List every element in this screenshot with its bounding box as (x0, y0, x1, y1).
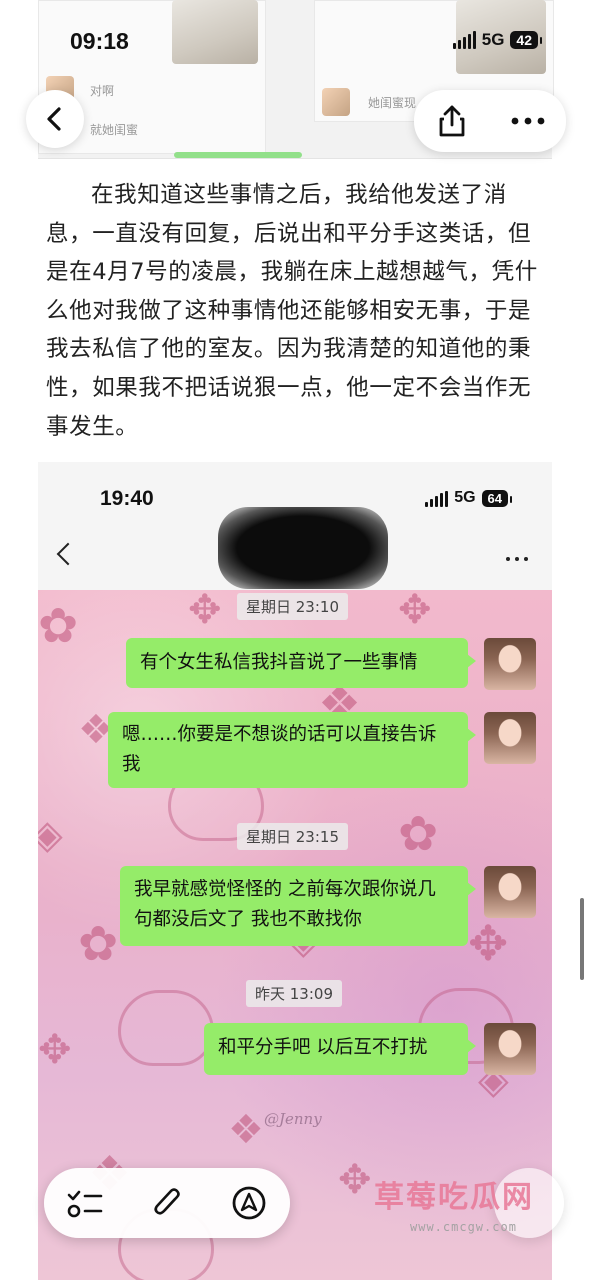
share-icon (439, 105, 464, 137)
attach-button[interactable] (146, 1182, 188, 1224)
chat-timestamp: 星期日 23:10 (237, 593, 348, 620)
chat-header: 19:40 5G 64 (38, 462, 552, 590)
sender-avatar (484, 1023, 536, 1075)
signal-icon (425, 489, 449, 507)
wallpaper-flower-icon: ✿ (78, 916, 119, 972)
status-indicators: 5G 42 (452, 30, 542, 50)
wallpaper-flower-icon: ✥ (338, 1157, 372, 1203)
wallpaper-flower-icon: ✥ (38, 1027, 72, 1073)
embedded-reply-text: 她闺蜜现 (368, 96, 417, 110)
wallpaper-flower-icon: ✿ (38, 598, 79, 654)
chat-timestamp: 星期日 23:15 (237, 823, 348, 850)
compass-button[interactable] (228, 1182, 270, 1224)
signal-icon (452, 31, 476, 49)
site-watermark-url: www.cmcgw.com (410, 1220, 517, 1234)
chat-back-icon (56, 542, 80, 566)
article-paragraph: 在我知道这些事情之后，我给他发送了消息，一直没有回复，后说出和平分手这类话，但是… (46, 182, 538, 440)
sender-avatar (484, 638, 536, 690)
status-time: 09:18 (70, 28, 129, 54)
chat-message-bubble[interactable]: 有个女生私信我抖音说了一些事情 (126, 638, 476, 688)
wallpaper-flower-icon: ◈ (38, 812, 63, 858)
paperclip-icon (154, 1188, 180, 1215)
checklist-icon (67, 1190, 103, 1218)
battery-icon: 42 (510, 31, 542, 49)
cat-photo-left (172, 0, 258, 64)
embedded-green-bar (174, 152, 302, 158)
scrollbar[interactable] (580, 898, 584, 980)
embedded-avatar (322, 88, 350, 116)
wallpaper-flower-icon: ❖ (228, 1107, 264, 1153)
compass-icon (232, 1186, 266, 1220)
embedded-reply-text: 就她闺蜜 (90, 123, 139, 137)
wallpaper-flower-icon: ✿ (398, 806, 439, 862)
chat-message-bubble[interactable]: 嗯……你要是不想谈的话可以直接告诉我 (108, 712, 476, 788)
wallpaper-kitty-icon (118, 990, 214, 1066)
embedded-chat-screenshot: 19:40 5G 64 ✿ ❖ ◈ ✿ ✥ ❖ ✥ ✥ ❖ ✿ ◈ ✥ ✿ ❖ … (38, 462, 552, 1280)
chat-message-bubble[interactable]: 我早就感觉怪怪的 之前每次跟你说几句都没后文了 我也不敢找你 (120, 866, 476, 946)
chat-more-icon (506, 557, 528, 561)
back-arrow-icon (47, 107, 61, 131)
action-bar (414, 90, 566, 152)
bottom-toolbar (44, 1168, 290, 1238)
network-type: 5G (454, 489, 476, 506)
sender-avatar (484, 866, 536, 918)
redacted-contact-name (218, 507, 388, 589)
share-button[interactable] (436, 104, 468, 138)
chat-status-indicators: 5G 64 (425, 489, 513, 507)
embedded-reply-text: 对啊 (90, 84, 115, 98)
chat-status-time: 19:40 (100, 487, 154, 510)
more-button[interactable] (511, 117, 545, 125)
back-button[interactable] (26, 90, 84, 148)
battery-icon: 64 (481, 489, 513, 507)
wallpaper-flower-icon: ✥ (468, 916, 509, 972)
chat-message-bubble[interactable]: 和平分手吧 以后互不打扰 (204, 1023, 476, 1075)
chat-timestamp: 昨天 13:09 (246, 980, 342, 1007)
more-icon (511, 117, 544, 125)
wallpaper-flower-icon: ✥ (398, 587, 432, 633)
sender-avatar (484, 712, 536, 764)
network-type: 5G (481, 30, 505, 49)
wallpaper-flower-icon: ✥ (188, 587, 222, 633)
wallpaper-signature: @Jenny (264, 1110, 322, 1128)
checklist-button[interactable] (64, 1182, 106, 1224)
site-watermark: 草莓吃瓜网 (374, 1180, 534, 1215)
